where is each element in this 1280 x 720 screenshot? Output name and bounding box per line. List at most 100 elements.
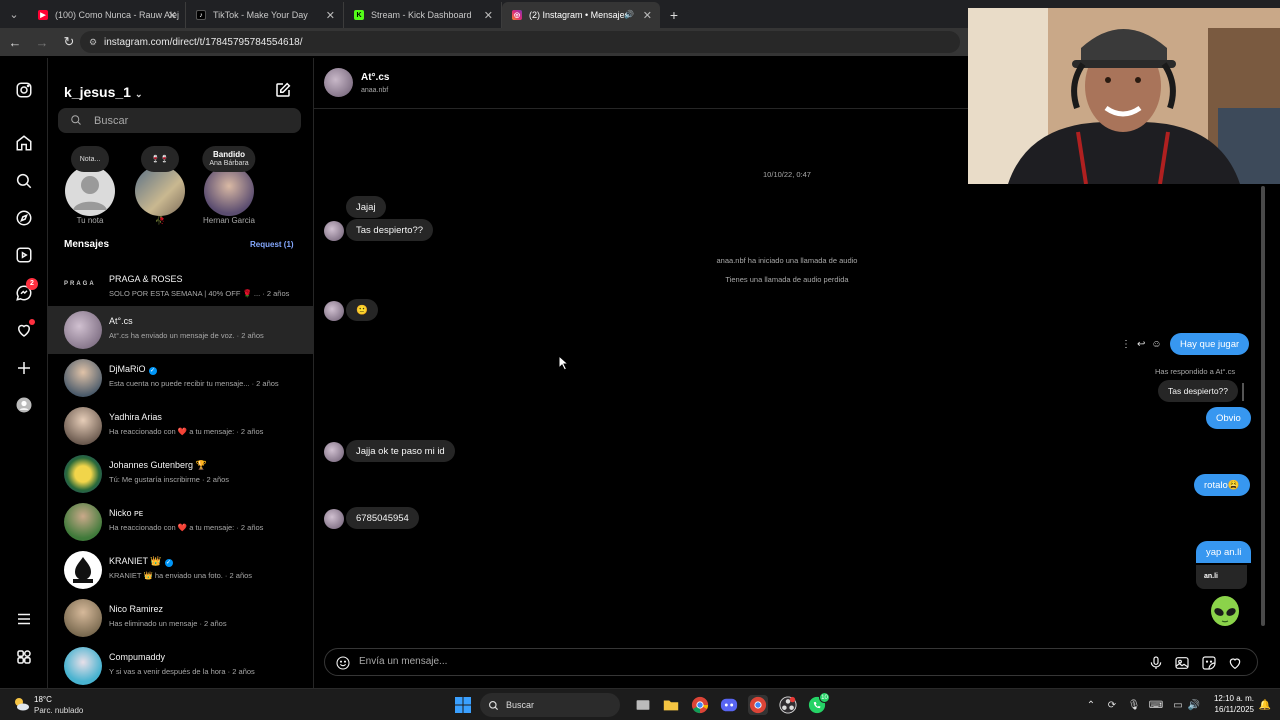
- message-bubble-sent[interactable]: yap an.li: [1196, 541, 1252, 563]
- message-composer[interactable]: Envía un mensaje...: [324, 648, 1258, 676]
- more-icon[interactable]: [14, 609, 34, 629]
- sender-avatar[interactable]: [324, 442, 344, 462]
- back-button[interactable]: ←: [3, 30, 27, 54]
- sync-icon[interactable]: ⟳: [1104, 696, 1120, 714]
- scrollbar-thumb[interactable]: [1261, 186, 1265, 626]
- messenger-badge: 2: [26, 278, 38, 290]
- reply-icon[interactable]: ↩: [1137, 339, 1145, 350]
- chat-scrollbar[interactable]: [1260, 184, 1266, 636]
- contact-name[interactable]: At°.cs: [361, 72, 389, 83]
- reply-quote[interactable]: Tas despierto??: [1158, 380, 1239, 402]
- microphone-icon[interactable]: 🎙: [1126, 696, 1142, 714]
- conversation-item[interactable]: KRANIET 👑 ✓ KRANIET 👑 ha enviado una foto…: [48, 546, 313, 594]
- note-friend[interactable]: 🍷🍷 🥀: [130, 144, 190, 226]
- task-view-icon[interactable]: [633, 695, 653, 715]
- heart-icon[interactable]: [14, 319, 35, 340]
- reload-button[interactable]: ↻: [57, 30, 81, 54]
- sender-avatar[interactable]: [324, 509, 344, 529]
- message-bubble-received[interactable]: 🙂: [346, 299, 378, 321]
- emoji-icon[interactable]: [335, 655, 351, 671]
- note-hernan[interactable]: Bandido Ana Bárbara Hernan Garcia: [199, 144, 259, 226]
- more-options-icon[interactable]: ⋮: [1121, 339, 1131, 350]
- conversation-name: At°.cs: [109, 316, 133, 326]
- home-icon[interactable]: [14, 133, 34, 153]
- weather-widget[interactable]: 18°C Parc. nublado: [12, 693, 102, 717]
- account-switcher[interactable]: k_jesus_1 ⌄: [64, 84, 143, 100]
- kick-icon: K: [354, 10, 364, 20]
- message-bubble-received[interactable]: Tas despierto??: [346, 219, 434, 241]
- conversation-item[interactable]: Nico Ramirez Has eliminado un mensaje · …: [48, 594, 313, 642]
- reply-label: Has respondido a At°.cs: [1155, 367, 1236, 376]
- keyboard-icon[interactable]: ⌨: [1148, 696, 1164, 714]
- close-icon[interactable]: ✕: [168, 9, 177, 22]
- sticker-icon[interactable]: [1201, 655, 1217, 671]
- close-icon[interactable]: ✕: [643, 9, 652, 22]
- messenger-icon[interactable]: 2: [14, 278, 38, 303]
- windows-start-icon[interactable]: [455, 697, 471, 713]
- message-bubble-received[interactable]: Jajja ok te paso mi id: [346, 440, 455, 462]
- instagram-logo-icon[interactable]: [14, 80, 34, 100]
- heart-icon[interactable]: [1227, 655, 1243, 671]
- link-preview[interactable]: an.li: [1196, 565, 1247, 589]
- taskbar-search[interactable]: Buscar: [480, 693, 620, 717]
- browser-tab-kick[interactable]: K Stream - Kick Dashboard ✕: [344, 2, 502, 28]
- message-bubble-received[interactable]: 6785045954: [346, 507, 419, 529]
- search-icon[interactable]: [14, 171, 34, 191]
- conversation-item[interactable]: Nicko ᴘᴇ Ha reaccionado con ❤️ a tu mens…: [48, 498, 313, 546]
- create-icon[interactable]: [14, 358, 34, 378]
- forward-button[interactable]: →: [30, 30, 54, 54]
- message-input[interactable]: Envía un mensaje...: [359, 656, 447, 667]
- reels-icon[interactable]: [14, 245, 34, 265]
- note-bubble[interactable]: Nota...: [71, 146, 109, 172]
- conversation-item[interactable]: Johannes Gutenberg 🏆 Tú: Me gustaría ins…: [48, 450, 313, 498]
- notification-bell-icon[interactable]: 🔔: [1258, 696, 1272, 714]
- inbox-search-input[interactable]: Buscar: [58, 108, 301, 133]
- youtube-icon: ▶: [38, 10, 48, 20]
- requests-link[interactable]: Request (1): [250, 240, 294, 249]
- close-icon[interactable]: ✕: [326, 9, 335, 22]
- site-info-icon[interactable]: ⚙: [89, 37, 99, 47]
- chevron-up-icon[interactable]: ⌃: [1084, 696, 1098, 714]
- sender-avatar[interactable]: [324, 301, 344, 321]
- whatsapp-icon[interactable]: 10: [807, 692, 830, 715]
- message-bubble-sent[interactable]: rotalo😩: [1194, 474, 1250, 496]
- new-tab-button[interactable]: +: [660, 2, 688, 28]
- contact-avatar[interactable]: [324, 68, 353, 97]
- message-bubble-sent[interactable]: Hay que jugar: [1170, 333, 1250, 355]
- conversation-name-text: DjMaRiO: [109, 364, 146, 374]
- message-bubble-sent[interactable]: Obvio: [1206, 407, 1251, 429]
- browser-tab-tiktok[interactable]: ♪ TikTok - Make Your Day ✕: [186, 2, 344, 28]
- speaker-icon[interactable]: 🔊: [624, 10, 634, 19]
- message-bubble-received[interactable]: Jajaj: [346, 196, 386, 218]
- chrome-active-icon[interactable]: [748, 695, 768, 715]
- file-explorer-icon[interactable]: [661, 695, 681, 715]
- taskbar-clock[interactable]: 12:10 a. m. 16/11/2025: [1204, 693, 1254, 715]
- mouse-cursor: [558, 354, 570, 371]
- profile-icon[interactable]: [14, 395, 34, 415]
- meta-icon[interactable]: [14, 647, 34, 667]
- image-icon[interactable]: [1174, 655, 1190, 671]
- alien-emoji-message[interactable]: [1208, 595, 1242, 629]
- conversation-item[interactable]: Compumaddy Y si vas a venir después de l…: [48, 642, 313, 688]
- conversation-item[interactable]: Yadhira Arias Ha reaccionado con ❤️ a tu…: [48, 402, 313, 450]
- react-icon[interactable]: ☺: [1151, 339, 1161, 350]
- obs-icon[interactable]: [778, 695, 798, 715]
- address-bar[interactable]: ⚙ instagram.com/direct/t/178457957845546…: [80, 31, 960, 53]
- avatar: [64, 647, 102, 685]
- conversation-item-selected[interactable]: At°.cs At°.cs ha enviado un mensaje de v…: [48, 306, 313, 354]
- discord-icon[interactable]: [719, 695, 739, 715]
- browser-tab-instagram[interactable]: ◎ (2) Instagram • Mensajes 🔊 ✕: [502, 2, 660, 28]
- tab-search-button[interactable]: ⌄: [0, 0, 28, 28]
- close-icon[interactable]: ✕: [484, 9, 493, 22]
- new-message-button[interactable]: [274, 81, 292, 99]
- network-icon[interactable]: ▭: [1170, 696, 1186, 714]
- browser-tab-youtube[interactable]: ▶ (100) Como Nunca - Rauw Alej ✕: [28, 2, 186, 28]
- microphone-icon[interactable]: [1148, 655, 1164, 671]
- volume-icon[interactable]: 🔊: [1186, 696, 1202, 714]
- conversation-item[interactable]: DjMaRiO ✓ Esta cuenta no puede recibir tu…: [48, 354, 313, 402]
- conversation-item[interactable]: PRAGA PRAGA & ROSES SOLO POR ESTA SEMANA…: [48, 264, 313, 312]
- note-own[interactable]: Nota... Tu nota: [60, 144, 120, 226]
- explore-icon[interactable]: [14, 208, 34, 228]
- sender-avatar[interactable]: [324, 221, 344, 241]
- chrome-icon[interactable]: [690, 695, 710, 715]
